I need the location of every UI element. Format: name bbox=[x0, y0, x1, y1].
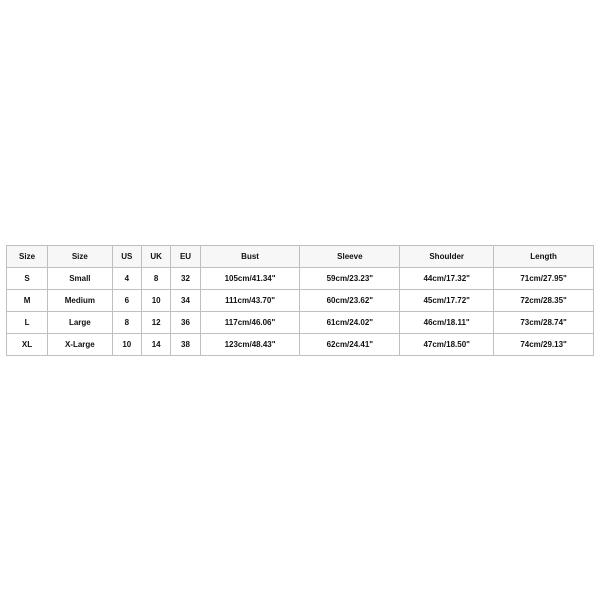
col-size-name: Size bbox=[48, 245, 113, 267]
cell-uk: 12 bbox=[141, 311, 170, 333]
col-sleeve: Sleeve bbox=[300, 245, 400, 267]
cell-uk: 10 bbox=[141, 289, 170, 311]
col-size-code: Size bbox=[7, 245, 48, 267]
cell-us: 4 bbox=[112, 267, 141, 289]
table-row: L Large 8 12 36 117cm/46.06" 61cm/24.02"… bbox=[7, 311, 594, 333]
cell-eu: 36 bbox=[171, 311, 200, 333]
cell-us: 8 bbox=[112, 311, 141, 333]
table-header-row: Size Size US UK EU Bust Sleeve Shoulder … bbox=[7, 245, 594, 267]
cell-size-name: Small bbox=[48, 267, 113, 289]
table-row: M Medium 6 10 34 111cm/43.70" 60cm/23.62… bbox=[7, 289, 594, 311]
cell-sleeve: 62cm/24.41" bbox=[300, 333, 400, 355]
cell-us: 6 bbox=[112, 289, 141, 311]
cell-size-code: M bbox=[7, 289, 48, 311]
cell-shoulder: 46cm/18.11" bbox=[400, 311, 494, 333]
cell-eu: 38 bbox=[171, 333, 200, 355]
col-us: US bbox=[112, 245, 141, 267]
cell-uk: 8 bbox=[141, 267, 170, 289]
cell-size-code: XL bbox=[7, 333, 48, 355]
cell-eu: 34 bbox=[171, 289, 200, 311]
cell-shoulder: 45cm/17.72" bbox=[400, 289, 494, 311]
col-eu: EU bbox=[171, 245, 200, 267]
cell-bust: 105cm/41.34" bbox=[200, 267, 300, 289]
col-bust: Bust bbox=[200, 245, 300, 267]
cell-eu: 32 bbox=[171, 267, 200, 289]
cell-shoulder: 44cm/17.32" bbox=[400, 267, 494, 289]
cell-bust: 111cm/43.70" bbox=[200, 289, 300, 311]
cell-shoulder: 47cm/18.50" bbox=[400, 333, 494, 355]
cell-bust: 117cm/46.06" bbox=[200, 311, 300, 333]
cell-us: 10 bbox=[112, 333, 141, 355]
cell-length: 73cm/28.74" bbox=[494, 311, 594, 333]
cell-sleeve: 59cm/23.23" bbox=[300, 267, 400, 289]
cell-length: 71cm/27.95" bbox=[494, 267, 594, 289]
cell-size-name: Large bbox=[48, 311, 113, 333]
size-chart-container: Size Size US UK EU Bust Sleeve Shoulder … bbox=[0, 0, 600, 600]
size-chart-table: Size Size US UK EU Bust Sleeve Shoulder … bbox=[6, 245, 594, 356]
cell-sleeve: 60cm/23.62" bbox=[300, 289, 400, 311]
col-shoulder: Shoulder bbox=[400, 245, 494, 267]
cell-size-name: Medium bbox=[48, 289, 113, 311]
table-row: XL X-Large 10 14 38 123cm/48.43" 62cm/24… bbox=[7, 333, 594, 355]
col-uk: UK bbox=[141, 245, 170, 267]
cell-length: 72cm/28.35" bbox=[494, 289, 594, 311]
cell-bust: 123cm/48.43" bbox=[200, 333, 300, 355]
col-length: Length bbox=[494, 245, 594, 267]
cell-uk: 14 bbox=[141, 333, 170, 355]
table-row: S Small 4 8 32 105cm/41.34" 59cm/23.23" … bbox=[7, 267, 594, 289]
cell-size-name: X-Large bbox=[48, 333, 113, 355]
cell-sleeve: 61cm/24.02" bbox=[300, 311, 400, 333]
cell-size-code: L bbox=[7, 311, 48, 333]
cell-size-code: S bbox=[7, 267, 48, 289]
cell-length: 74cm/29.13" bbox=[494, 333, 594, 355]
